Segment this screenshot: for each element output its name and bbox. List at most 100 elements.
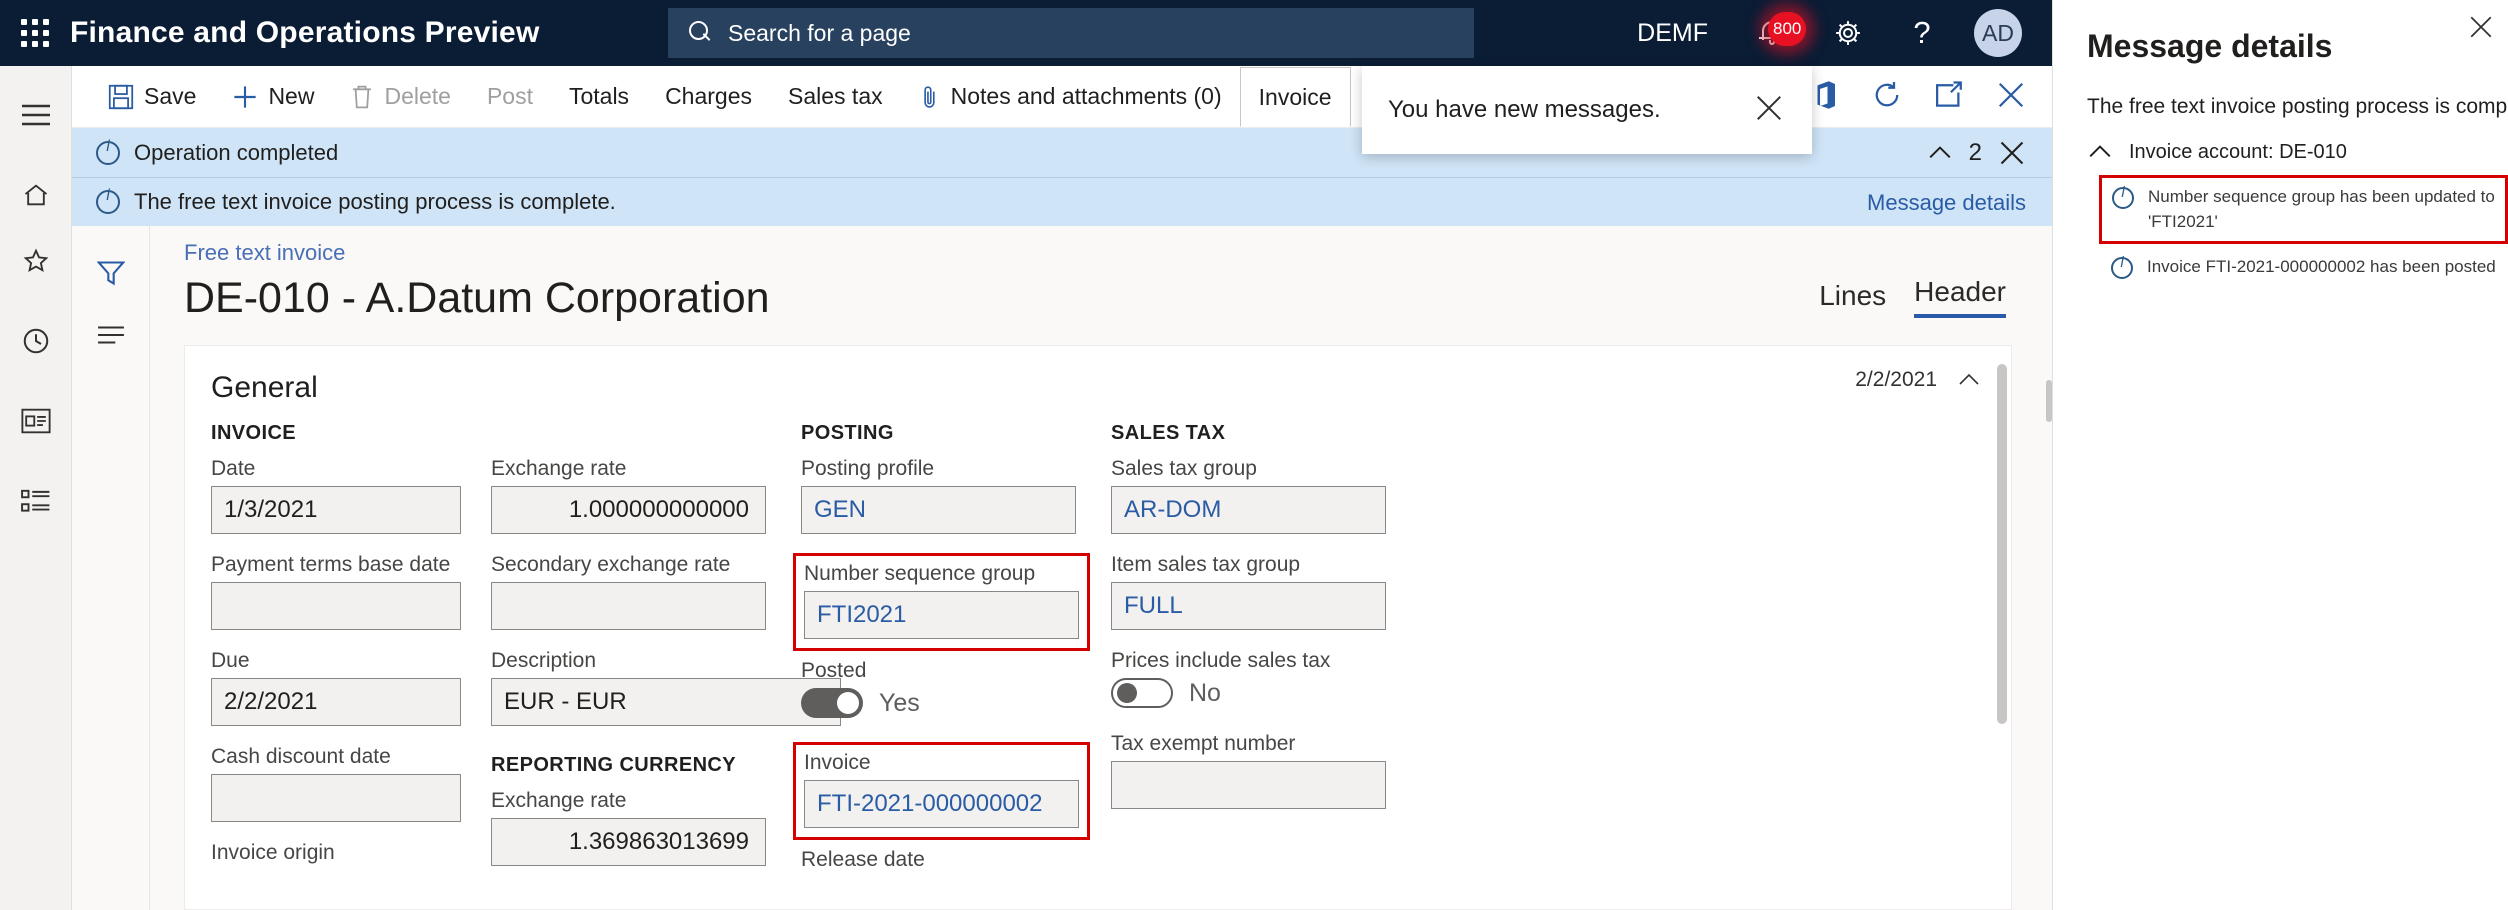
tax-exempt-number-input[interactable]	[1111, 761, 1386, 810]
tab-invoice[interactable]: Invoice	[1239, 67, 1351, 127]
posted-toggle-value: Yes	[879, 688, 920, 717]
info-icon	[2112, 184, 2134, 209]
below-nav-region: Save New Delete Post Totals Charges Sale…	[0, 66, 2052, 910]
filter-button[interactable]	[72, 244, 150, 306]
delete-button[interactable]: Delete	[332, 66, 468, 127]
toast-close-button[interactable]	[1752, 93, 1786, 127]
search-input[interactable]: Search for a page	[668, 8, 1474, 58]
message-bar-text: Operation completed	[134, 139, 339, 165]
posted-toggle[interactable]	[801, 688, 863, 719]
info-icon	[96, 187, 120, 214]
invoice-number-input[interactable]: FTI-2021-000000002	[804, 780, 1079, 829]
workspace-icon	[20, 408, 51, 434]
delete-label: Delete	[384, 83, 451, 109]
prices-include-sales-tax-toggle[interactable]	[1111, 678, 1173, 709]
notifications-button[interactable]: 800	[1734, 0, 1810, 66]
new-label: New	[268, 83, 315, 109]
sales-tax-group-input[interactable]: AR-DOM	[1111, 486, 1386, 535]
message-details-item-text: Number sequence group has been updated t…	[2148, 187, 2495, 231]
help-button[interactable]: ?	[1886, 0, 1958, 66]
page-header: Free text invoice DE-010 - A.Datum Corpo…	[184, 226, 2052, 323]
app-launcher-icon[interactable]	[0, 19, 70, 47]
message-details-group-header[interactable]: Invoice account: DE-010	[2087, 139, 2508, 165]
tab-header[interactable]: Header	[1914, 276, 2006, 318]
totals-label: Totals	[568, 83, 630, 109]
exchange-rate-input[interactable]: 1.000000000000	[491, 486, 766, 535]
page-body: Free text invoice DE-010 - A.Datum Corpo…	[72, 226, 2052, 910]
sidebar-item-recent[interactable]	[0, 308, 72, 374]
company-selector[interactable]: DEMF	[1611, 0, 1734, 66]
payment-terms-base-date-input[interactable]	[211, 582, 461, 631]
card-scrollbar[interactable]	[1997, 364, 2007, 884]
sidebar-item-home[interactable]	[0, 162, 72, 228]
open-in-new-icon	[1934, 80, 1964, 114]
save-icon	[108, 84, 134, 110]
close-page-button[interactable]	[1980, 66, 2042, 128]
home-icon	[21, 181, 51, 209]
new-button[interactable]: New	[214, 66, 332, 127]
posting-profile-input[interactable]: GEN	[801, 486, 1076, 535]
hamburger-menu-button[interactable]	[0, 82, 72, 148]
secondary-exchange-rate-input[interactable]	[491, 582, 766, 631]
left-navigation-rail	[0, 66, 72, 910]
message-details-item-highlighted: Number sequence group has been updated t…	[2099, 175, 2508, 245]
toast-notification: You have new messages.	[1362, 66, 1812, 154]
message-details-title: Message details	[2087, 28, 2333, 64]
message-details-group-label: Invoice account: DE-010	[2129, 140, 2347, 163]
notes-and-attachments-button[interactable]: Notes and attachments (0)	[901, 66, 1240, 127]
search-placeholder: Search for a page	[728, 19, 911, 46]
hamburger-icon	[21, 104, 51, 126]
posting-group-header: POSTING	[801, 422, 894, 445]
message-details-close-button[interactable]	[2468, 14, 2494, 40]
invoice-group-header: INVOICE	[211, 422, 297, 445]
chevron-up-icon[interactable]	[1957, 368, 1981, 392]
charges-button[interactable]: Charges	[647, 66, 770, 127]
show-list-button[interactable]	[72, 306, 150, 368]
date-input[interactable]: 1/3/2021	[211, 486, 461, 535]
main-content-area: Free text invoice DE-010 - A.Datum Corpo…	[150, 226, 2052, 910]
sidebar-item-modules[interactable]	[0, 468, 72, 534]
general-summary-date: 2/2/2021	[1855, 368, 1937, 392]
sidebar-item-workspaces[interactable]	[0, 388, 72, 454]
item-sales-tax-group-input[interactable]: FULL	[1111, 582, 1386, 631]
sales-tax-button[interactable]: Sales tax	[770, 66, 901, 127]
totals-button[interactable]: Totals	[551, 66, 647, 127]
chevron-up-icon	[2087, 139, 2113, 165]
panel-splitter-handle[interactable]	[2046, 380, 2052, 422]
chevron-up-icon[interactable]	[1927, 140, 1953, 166]
sales-tax-group-label: Sales tax group	[1111, 457, 1257, 481]
refresh-button[interactable]	[1856, 66, 1918, 128]
secondary-exchange-rate-label: Secondary exchange rate	[491, 553, 731, 577]
due-input[interactable]: 2/2/2021	[211, 678, 461, 727]
general-fast-tab-header[interactable]: General 2/2/2021	[185, 346, 2011, 408]
sidebar-item-favorites[interactable]	[0, 228, 72, 294]
sales-tax-group-header: SALES TAX	[1111, 422, 1226, 445]
posted-label: Posted	[801, 659, 867, 683]
message-details-link[interactable]: Message details	[1867, 178, 2026, 227]
message-bar-close-button[interactable]	[1998, 139, 2026, 167]
info-icon	[2111, 254, 2133, 280]
breadcrumb[interactable]: Free text invoice	[184, 240, 2052, 266]
open-in-new-window-button[interactable]	[1918, 66, 1980, 128]
description-input[interactable]: EUR - EUR	[491, 678, 841, 727]
number-sequence-group-input[interactable]: FTI2021	[804, 591, 1079, 640]
message-bar-actions: 2	[1927, 128, 2026, 177]
office-icon	[1811, 80, 1839, 115]
invoice-number-highlight: Invoice FTI-2021-000000002	[793, 742, 1090, 841]
post-button[interactable]: Post	[469, 66, 551, 127]
info-icon	[96, 138, 120, 165]
user-account-button[interactable]: AD	[1958, 0, 2038, 66]
reporting-exchange-rate-input[interactable]: 1.369863013699	[491, 818, 766, 867]
settings-button[interactable]	[1810, 0, 1886, 66]
cash-discount-date-input[interactable]	[211, 774, 461, 823]
general-header-right: 2/2/2021	[1855, 368, 1981, 392]
clock-icon	[21, 326, 51, 356]
number-sequence-group-label: Number sequence group	[804, 562, 1036, 586]
posting-profile-label: Posting profile	[801, 457, 935, 481]
exchange-rate-label: Exchange rate	[491, 457, 627, 481]
posted-toggle-row: Yes	[801, 688, 1111, 719]
message-details-item-text: Invoice FTI-2021-000000002 has been post…	[2147, 257, 2496, 277]
message-count: 2	[1968, 138, 1982, 166]
save-button[interactable]: Save	[90, 66, 214, 127]
tab-lines[interactable]: Lines	[1819, 280, 1886, 318]
